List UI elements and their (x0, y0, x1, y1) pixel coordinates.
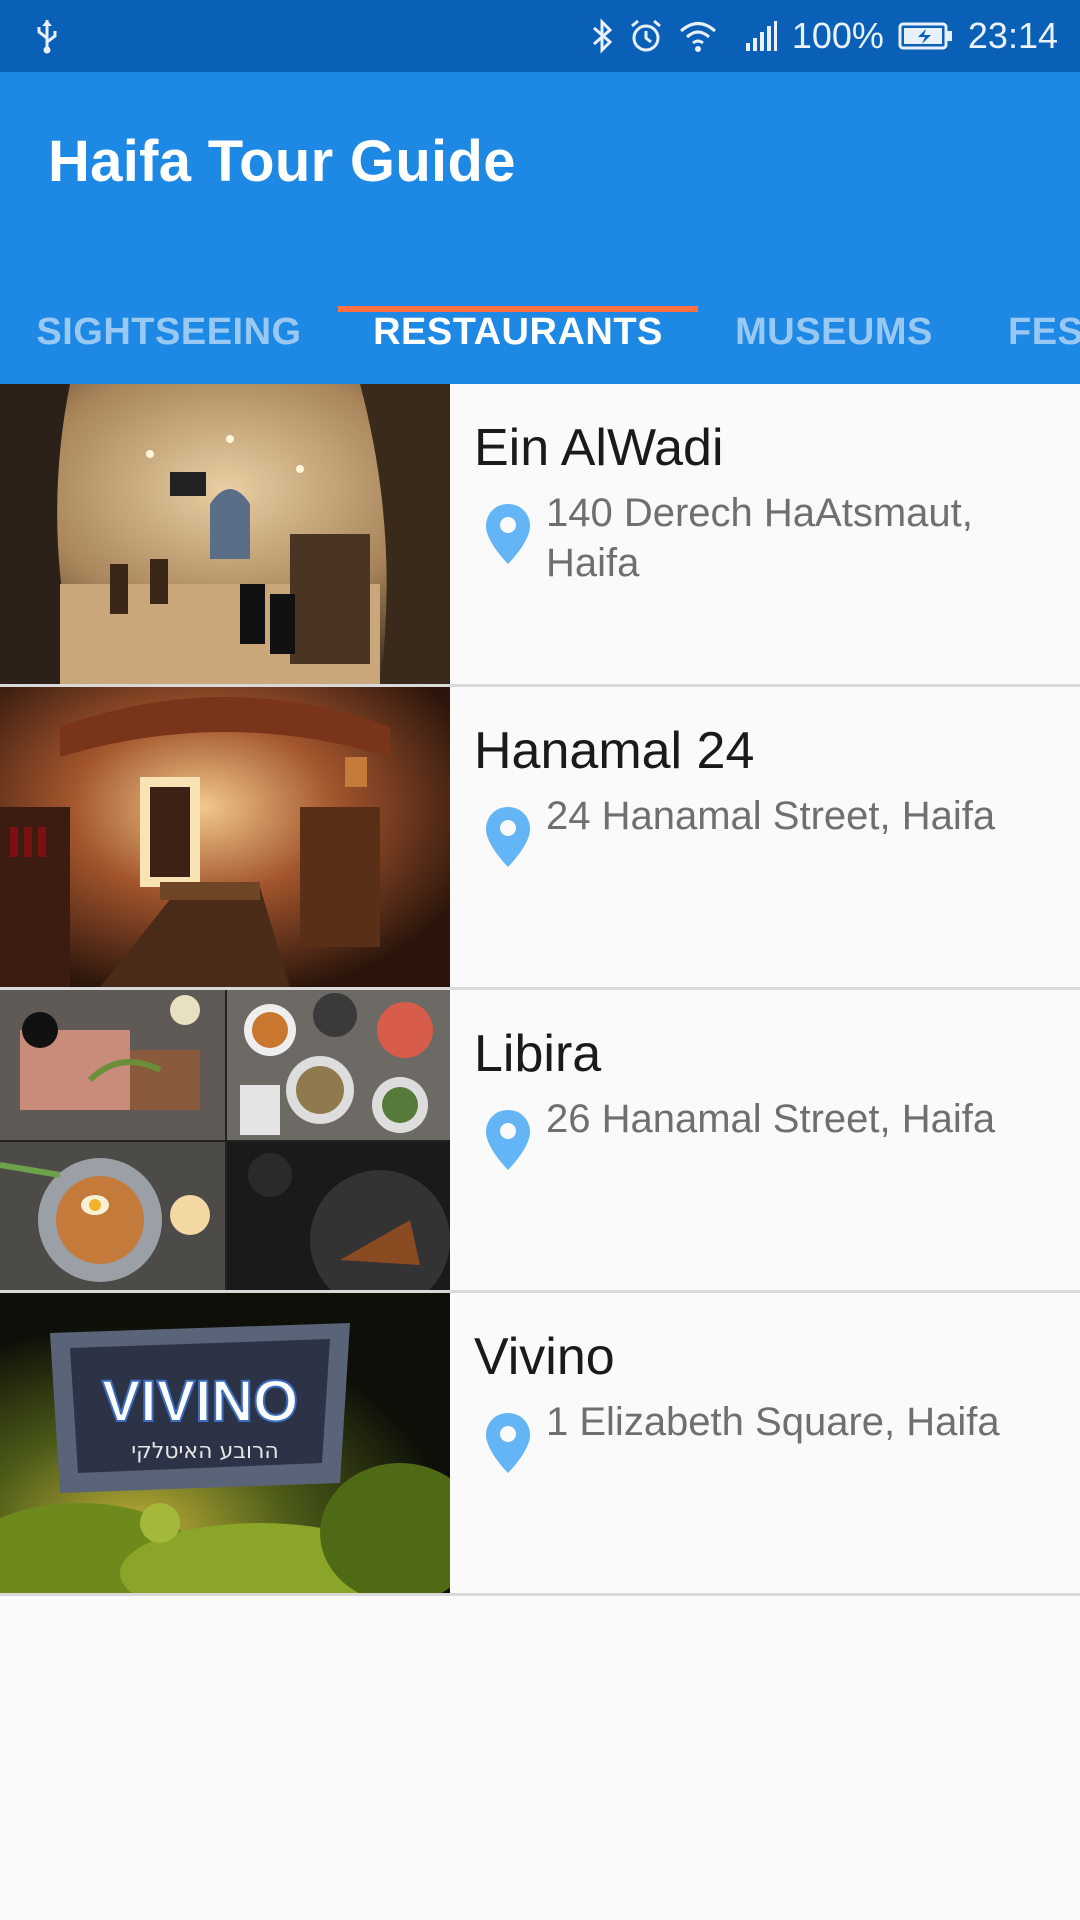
signal-icon (744, 19, 778, 53)
vivino-sign-subtext: הרובע האיטלקי (131, 1439, 279, 1464)
tab-museums[interactable]: MUSEUMS (698, 280, 970, 384)
tab-festivals[interactable]: FES (970, 280, 1080, 384)
clock: 23:14 (967, 15, 1058, 56)
tab-restaurants[interactable]: RESTAURANTS (338, 280, 698, 384)
wifi-icon (678, 18, 718, 54)
restaurant-address: 1 Elizabeth Square, Haifa (546, 1400, 1000, 1444)
restaurant-list: Ein AlWadi 140 Derech HaAtsmaut, Haifa H… (0, 384, 1080, 1596)
tab-indicator (338, 306, 698, 312)
location-pin-icon (484, 502, 532, 566)
location-pin-icon (484, 1411, 532, 1475)
location-pin-icon (484, 805, 532, 869)
restaurant-photo: VIVINO הרובע האיטלקי (0, 1293, 450, 1593)
list-item[interactable]: Ein AlWadi 140 Derech HaAtsmaut, Haifa (0, 384, 1080, 687)
battery-percent: 100% (791, 15, 884, 56)
restaurant-address: 26 Hanamal Street, Haifa (546, 1097, 996, 1141)
alarm-icon (628, 18, 664, 54)
restaurant-photo (0, 384, 450, 684)
list-item[interactable]: VIVINO הרובע האיטלקי Vivino 1 Elizabeth … (0, 1293, 1080, 1596)
tab-sightseeing[interactable]: SIGHTSEEING (0, 280, 338, 384)
list-item[interactable]: Libira 26 Hanamal Street, Haifa (0, 990, 1080, 1293)
app-title: Haifa Tour Guide (48, 129, 516, 194)
location-pin-icon (484, 1108, 532, 1172)
restaurant-address: 140 Derech HaAtsmaut, Haifa (546, 491, 973, 585)
restaurant-address: 24 Hanamal Street, Haifa (546, 794, 996, 838)
restaurant-name: Ein AlWadi (474, 419, 724, 477)
bluetooth-icon (590, 18, 614, 54)
restaurant-photo (0, 990, 450, 1290)
restaurant-name: Libira (474, 1025, 602, 1083)
usb-icon (34, 18, 60, 54)
status-bar: 100% 23:14 (0, 0, 1080, 72)
tab-bar: SIGHTSEEING RESTAURANTS MUSEUMS FES (0, 280, 1080, 384)
restaurant-name: Vivino (474, 1328, 615, 1386)
restaurant-photo (0, 687, 450, 987)
vivino-sign-text: VIVINO (102, 1369, 299, 1434)
battery-icon (898, 21, 954, 51)
app-bar: Haifa Tour Guide SIGHTSEEING RESTAURANTS… (0, 72, 1080, 384)
list-item[interactable]: Hanamal 24 24 Hanamal Street, Haifa (0, 687, 1080, 990)
restaurant-name: Hanamal 24 (474, 722, 755, 780)
